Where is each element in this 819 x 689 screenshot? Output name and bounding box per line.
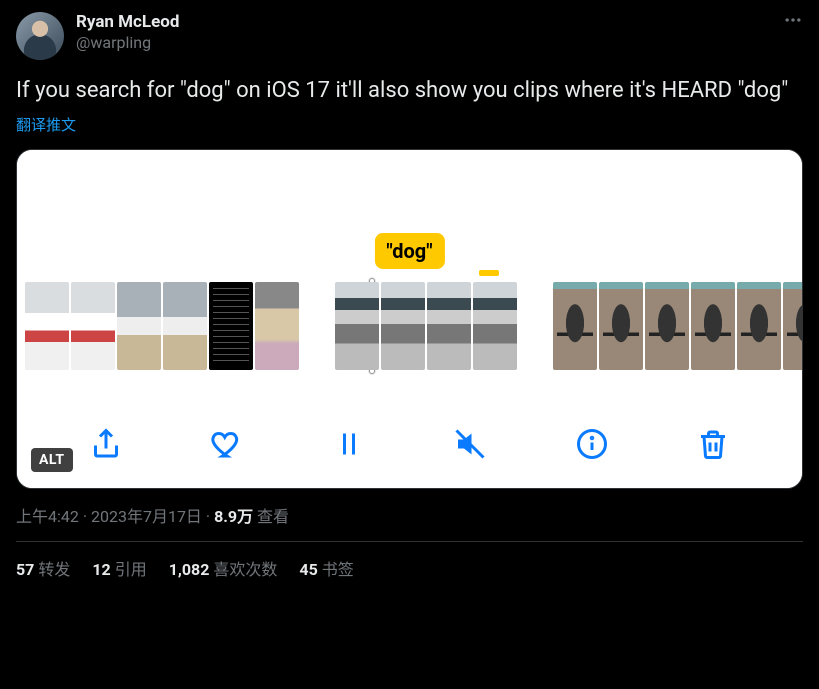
trash-icon (695, 426, 731, 462)
share-icon (88, 426, 124, 462)
clip-group-1[interactable] (25, 282, 299, 370)
frame (553, 282, 597, 370)
frame (117, 282, 161, 370)
meta-date[interactable]: 2023年7月17日 (91, 507, 202, 526)
frame (255, 282, 299, 370)
info-button[interactable] (568, 420, 616, 468)
author-names[interactable]: Ryan McLeod @warpling (76, 12, 179, 53)
frame (427, 282, 471, 370)
retweets-stat[interactable]: 57转发 (16, 556, 70, 580)
share-button[interactable] (82, 420, 130, 468)
alt-badge[interactable]: ALT (31, 448, 73, 472)
clip-group-2[interactable] (335, 282, 517, 370)
frame (691, 282, 735, 370)
more-icon (783, 10, 803, 30)
timeline-strip[interactable] (17, 280, 802, 372)
marker (479, 270, 499, 276)
more-button[interactable] (783, 10, 803, 34)
mute-button[interactable] (446, 420, 494, 468)
stats-row: 57转发 12引用 1,082喜欢次数 45书签 (16, 542, 803, 580)
display-name: Ryan McLeod (76, 12, 179, 33)
heart-icon (209, 426, 245, 462)
quotes-stat[interactable]: 12引用 (92, 556, 146, 580)
frame (599, 282, 643, 370)
frame (645, 282, 689, 370)
caption-tag: "dog" (374, 233, 444, 269)
clip-group-3[interactable] (553, 282, 803, 370)
media-toolbar (17, 420, 802, 468)
frame (209, 282, 253, 370)
bookmarks-stat[interactable]: 45书签 (299, 556, 353, 580)
frame (25, 282, 69, 370)
meta-time[interactable]: 上午4:42 (16, 507, 79, 526)
tweet-text: If you search for "dog" on iOS 17 it'll … (16, 76, 803, 106)
frame (335, 282, 379, 370)
translate-link[interactable]: 翻译推文 (16, 114, 76, 135)
tweet-container: Ryan McLeod @warpling If you search for … (0, 0, 819, 580)
mute-icon (452, 426, 488, 462)
frame (737, 282, 781, 370)
handle: @warpling (76, 33, 179, 53)
media-content: "dog" (17, 150, 802, 488)
media-card[interactable]: "dog" (16, 149, 803, 489)
avatar[interactable] (16, 12, 64, 60)
likes-stat[interactable]: 1,082喜欢次数 (169, 556, 278, 580)
frame (381, 282, 425, 370)
like-button[interactable] (203, 420, 251, 468)
tweet-header: Ryan McLeod @warpling (16, 12, 803, 60)
frame (783, 282, 803, 370)
delete-button[interactable] (689, 420, 737, 468)
info-icon (574, 426, 610, 462)
frame (71, 282, 115, 370)
views-label: 查看 (257, 507, 289, 526)
frame (163, 282, 207, 370)
tweet-meta: 上午4:42 · 2023年7月17日 · 8.9万 查看 (16, 503, 803, 527)
pause-icon (331, 426, 367, 462)
pause-button[interactable] (325, 420, 373, 468)
views-count: 8.9万 (214, 507, 253, 526)
frame (473, 282, 517, 370)
